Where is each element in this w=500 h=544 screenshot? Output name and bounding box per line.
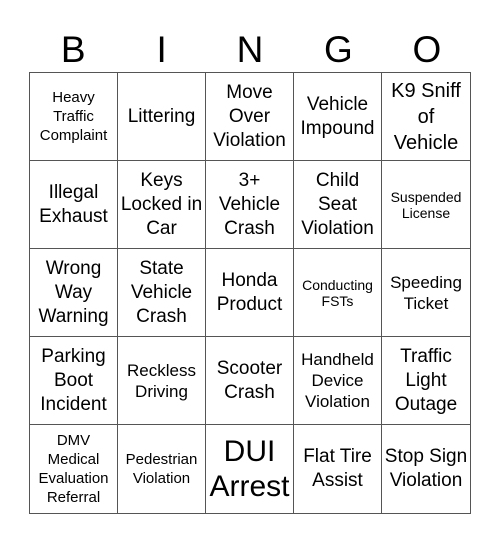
bingo-cell-label: Illegal Exhaust [39, 181, 108, 227]
bingo-cell-label: Flat Tire Assist [303, 446, 372, 491]
bingo-cell[interactable]: Keys Locked in Car [118, 161, 206, 249]
bingo-cell[interactable]: Reckless Driving [118, 337, 206, 425]
bingo-cell-label: Stop Sign Violation [384, 446, 468, 491]
bingo-cell-label: 3+ Vehicle Crash [218, 169, 281, 239]
bingo-cell-label: Move Over Violation [213, 81, 286, 151]
bingo-cell[interactable]: Stop Sign Violation [382, 425, 470, 513]
bingo-cell[interactable]: DUI Arrest [206, 425, 294, 513]
header-letter-b: B [60, 29, 86, 70]
bingo-cell[interactable]: DMV Medical Evaluation Referral [30, 425, 118, 513]
bingo-cell[interactable]: Move Over Violation [206, 73, 294, 161]
bingo-cell-label: Vehicle Impound [300, 93, 375, 139]
header-letter-n: N [236, 29, 264, 70]
bingo-cell[interactable]: State Vehicle Crash [118, 249, 206, 337]
bingo-cell[interactable]: Wrong Way Warning [30, 249, 118, 337]
bingo-cell-label: Suspended License [390, 188, 462, 221]
bingo-cell[interactable]: Handheld Device Violation [294, 337, 382, 425]
bingo-cell-label: Pedestrian Violation [125, 451, 198, 487]
bingo-cell-label: Heavy Traffic Complaint [39, 89, 108, 144]
bingo-cell-label: Reckless Driving [127, 360, 196, 401]
bingo-header: B I N G O [29, 28, 471, 72]
header-letter-g: G [324, 29, 353, 70]
bingo-cell-label: Keys Locked in Car [120, 169, 203, 239]
bingo-cell[interactable]: Littering [118, 73, 206, 161]
bingo-cell[interactable]: Scooter Crash [206, 337, 294, 425]
header-letter-i: I [156, 29, 167, 70]
bingo-cell-label: Scooter Crash [216, 357, 283, 403]
bingo-cell[interactable]: Pedestrian Violation [118, 425, 206, 513]
bingo-cell-label: Wrong Way Warning [38, 257, 109, 327]
bingo-cell-label: Parking Boot Incident [40, 345, 107, 415]
bingo-cell-label: Honda Product [216, 269, 283, 315]
bingo-cell-label: Child Seat Violation [301, 169, 374, 239]
bingo-cell[interactable]: Traffic Light Outage [382, 337, 470, 425]
bingo-cell[interactable]: K9 Sniff of Vehicle [382, 73, 470, 161]
bingo-cell[interactable]: Conducting FSTs [294, 249, 382, 337]
bingo-cell-label: Speeding Ticket [390, 272, 462, 313]
bingo-cell[interactable]: Vehicle Impound [294, 73, 382, 161]
bingo-cell-label: K9 Sniff of Vehicle [391, 79, 461, 154]
bingo-cell[interactable]: Child Seat Violation [294, 161, 382, 249]
bingo-cell[interactable]: Parking Boot Incident [30, 337, 118, 425]
bingo-cell-label: Littering [127, 105, 196, 127]
bingo-grid: Heavy Traffic Complaint Littering Move Ove… [29, 72, 471, 514]
bingo-cell-label: Traffic Light Outage [394, 345, 458, 415]
bingo-cell-label: Handheld Device Violation [301, 350, 374, 411]
header-letter-o: O [412, 29, 442, 70]
bingo-cell-label: Conducting FSTs [302, 276, 373, 309]
bingo-cell-label: DMV Medical Evaluation Referral [38, 432, 109, 506]
bingo-cell-label: State Vehicle Crash [130, 257, 193, 327]
bingo-cell[interactable]: Suspended License [382, 161, 470, 249]
bingo-cell[interactable]: Speeding Ticket [382, 249, 470, 337]
bingo-cell[interactable]: Illegal Exhaust [30, 161, 118, 249]
bingo-cell[interactable]: Honda Product [206, 249, 294, 337]
bingo-cell-label: DUI Arrest [209, 435, 290, 503]
bingo-cell[interactable]: 3+ Vehicle Crash [206, 161, 294, 249]
bingo-cell[interactable]: Heavy Traffic Complaint [30, 73, 118, 161]
bingo-cell[interactable]: Flat Tire Assist [294, 425, 382, 513]
